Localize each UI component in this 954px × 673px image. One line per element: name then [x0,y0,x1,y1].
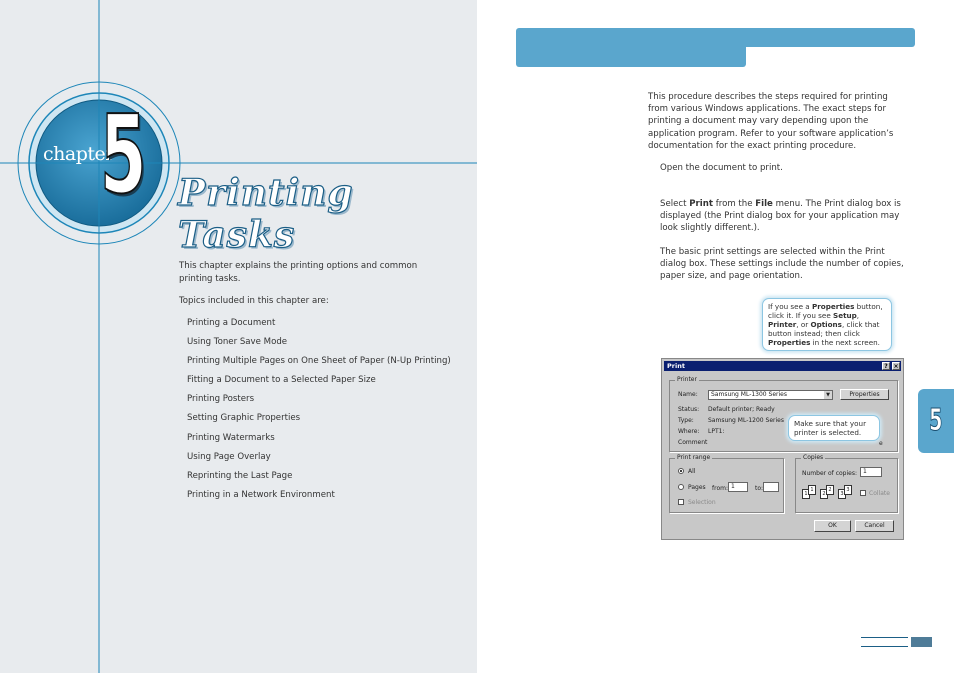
ok-button[interactable]: OK [814,520,851,532]
chapter-side-tab: 5 [918,389,954,453]
callout-text: If you see a [768,302,812,311]
all-label: All [688,468,696,475]
printer-group-label: Printer [675,376,699,383]
name-label: Name: [678,391,698,398]
chapter-title: Printing Tasks [177,171,354,256]
from-input[interactable]: 1 [728,482,748,492]
printer-name-value: Samsung ML-1300 Series [711,391,787,398]
chapter-intro: This chapter explains the printing optio… [179,261,418,284]
topic-item: Reprinting the Last Page [187,470,293,481]
step-2-note: The basic print settings are selected wi… [660,247,904,282]
chapter-number: 5 [99,93,147,218]
collate-checkbox[interactable] [860,490,866,496]
to-label: to: [755,485,764,492]
banner-tab [516,42,746,67]
topic-item: Printing Watermarks [187,432,275,443]
left-page: chapter 5 Printing Tasks This chapter ex… [0,0,477,673]
from-label: from: [712,485,728,492]
where-value: LPT1: [708,428,725,435]
topic-item: Printing a Document [187,318,276,328]
topic-item: Printing in a Network Environment [187,489,335,500]
print-word: Print [689,199,713,209]
topic-item: Using Toner Save Mode [187,337,288,348]
pages-label: Pages [688,484,706,491]
collate-page-icon: 1 [808,485,816,495]
step-2-text: from the [712,199,756,209]
callout-text: , or [796,320,811,329]
page-number-box [911,637,932,647]
topic-item: Using Page Overlay [187,451,271,462]
callout-bold: Properties [768,338,811,347]
print-to-file-fragment: e [879,440,883,447]
cancel-button[interactable]: Cancel [855,520,894,532]
collate-page-icon: 3 [844,485,852,495]
dialog-title: Print [667,362,685,370]
topic-item: Fitting a Document to a Selected Paper S… [187,375,376,386]
topics-list: Printing a Document Using Toner Save Mod… [187,318,451,509]
file-word: File [755,199,773,209]
print-dialog: Print ? × Printer Name: Samsung ML-1300 … [661,358,904,540]
type-value: Samsung ML-1200 Series [708,417,784,424]
properties-button[interactable]: Properties [840,389,889,400]
topic-item: Printing Multiple Pages on One Sheet of … [187,356,451,367]
callout-bold: Printer [768,320,797,329]
topic-item: Printing Posters [187,394,255,405]
pages-radio[interactable] [678,484,684,490]
printer-name-select[interactable]: Samsung ML-1300 Series ▼ [708,390,833,400]
footer-rule [861,637,908,647]
procedure-paragraph: This procedure describes the steps requi… [648,92,894,151]
selection-checkbox[interactable] [678,499,684,505]
step-2-text: Select [660,199,690,209]
close-button[interactable]: × [892,362,900,370]
topics-lead: Topics included in this chapter are: [179,296,329,306]
type-label: Type: [678,417,694,424]
side-tab-number: 5 [929,403,943,439]
selection-label: Selection [688,499,716,506]
callout-bold: Options [810,320,842,329]
collate-page-icon: 2 [826,485,834,495]
callout-bold: Setup [833,311,857,320]
callout-text: , [856,311,860,320]
copies-spinner[interactable]: 1 [860,467,882,477]
help-button[interactable]: ? [882,362,890,370]
status-label: Status: [678,406,700,413]
callout-text: in the next screen. [810,338,880,347]
collate-label: Collate [869,490,890,497]
comment-label: Comment [678,439,708,446]
chevron-down-icon[interactable]: ▼ [824,391,832,399]
properties-callout: If you see a Properties button, click it… [762,298,892,351]
all-radio[interactable] [678,468,684,474]
print-range-label: Print range [675,454,713,461]
print-range-group: Print range All Pages from: 1 to: Select… [669,454,784,513]
copies-group: Copies Number of copies: 1 1 1 2 2 3 3 C… [795,454,898,513]
copies-label: Copies [801,454,826,461]
number-of-copies-label: Number of copies: [802,470,857,477]
status-value: Default printer; Ready [708,406,775,413]
topic-item: Setting Graphic Properties [187,413,301,424]
where-label: Where: [678,428,700,435]
copies-value: 1 [863,468,867,475]
step-1: Open the document to print. [660,163,783,173]
to-input[interactable] [763,482,779,492]
printer-callout: Make sure that your printer is selected. [788,415,880,441]
dialog-title-bar: Print ? × [664,361,901,371]
step-2: Select Print from the File menu. The Pri… [660,198,910,235]
callout-bold: Properties [812,302,855,311]
section-banner [516,28,915,67]
